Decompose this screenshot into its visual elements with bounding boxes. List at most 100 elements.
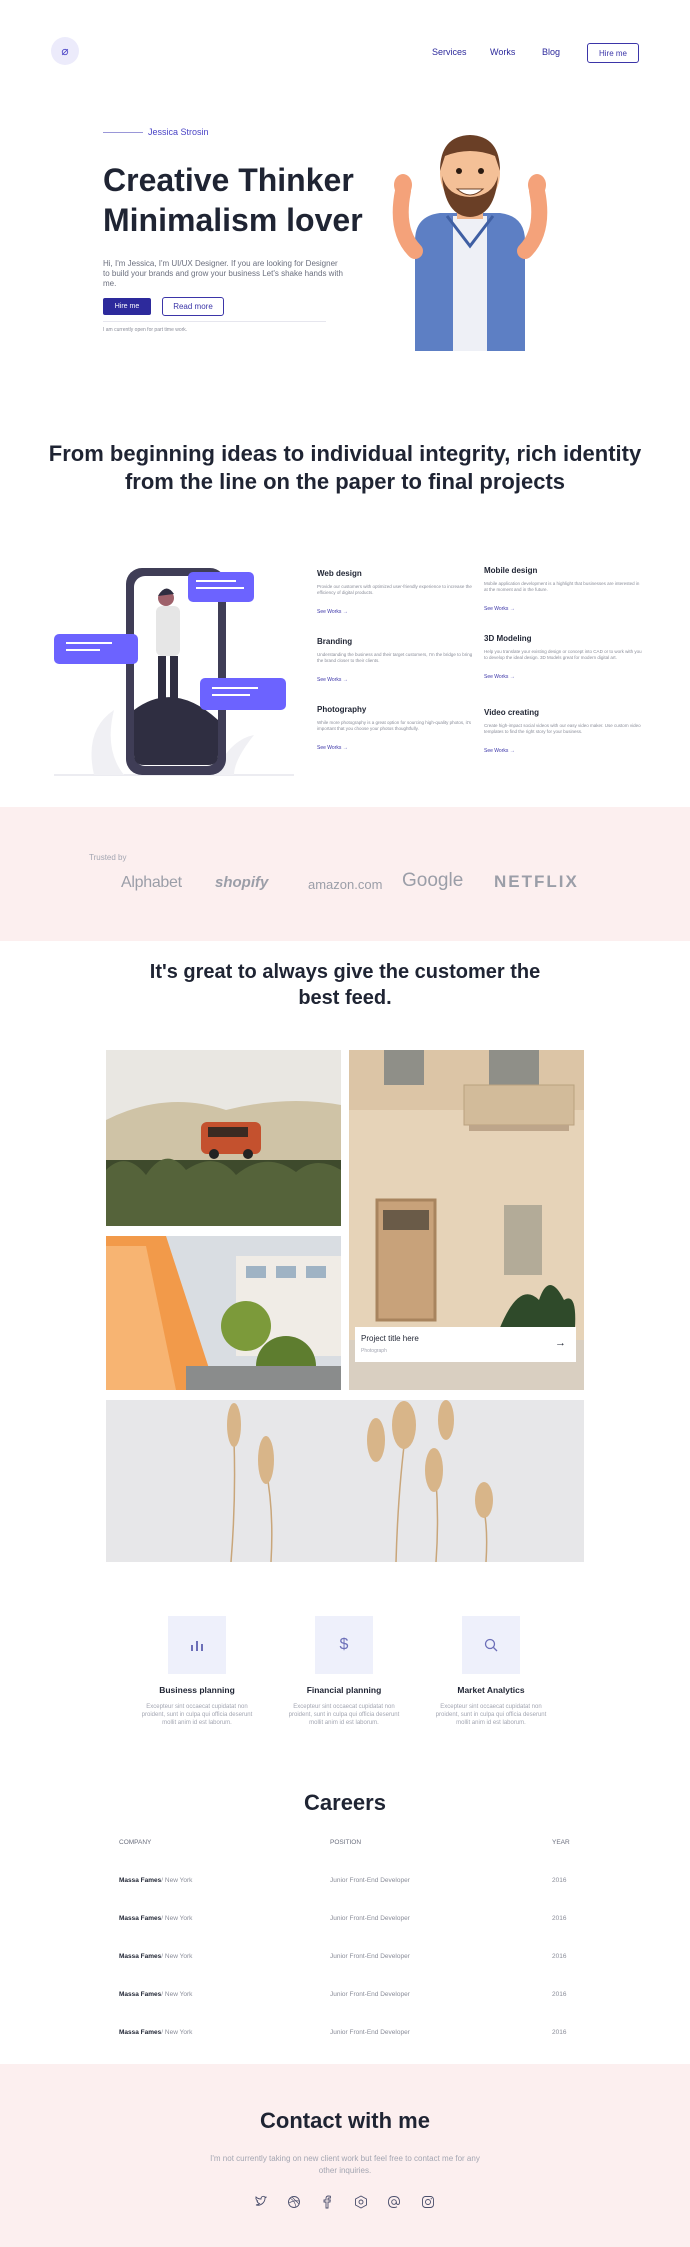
behance-icon[interactable] xyxy=(354,2195,368,2209)
hero-divider xyxy=(103,321,326,322)
trusted-by-section xyxy=(0,807,690,941)
company-cell: Massa Fames/ New York xyxy=(119,1877,192,1884)
search-icon xyxy=(462,1616,520,1674)
hire-me-nav-button[interactable]: Hire me xyxy=(587,43,639,63)
arrow-right-icon[interactable]: → xyxy=(555,1337,566,1349)
service-title: Mobile design xyxy=(484,566,538,575)
dribbble-icon[interactable] xyxy=(287,2195,301,2209)
project-title: Project title here xyxy=(361,1334,419,1343)
hero-title-line2: Minimalism lover xyxy=(103,202,363,238)
company-city: / New York xyxy=(161,1953,193,1960)
service-desc: While more photography is a great option… xyxy=(317,720,471,731)
brand-shopify: shopify xyxy=(215,874,269,891)
see-works-link[interactable]: See Works → xyxy=(484,674,515,680)
table-row: Massa Fames/ New York Junior Front-End D… xyxy=(119,1953,571,1963)
service-desc: Provide our customers with optimized use… xyxy=(317,584,472,595)
year-cell: 2016 xyxy=(552,2029,567,2036)
feed-title: It's great to always give the customer t… xyxy=(149,961,541,1009)
company-name: Massa Fames xyxy=(119,1953,162,1960)
contact-description: I'm not currently taking on new client w… xyxy=(210,2154,480,2175)
feature-desc: Excepteur sint occaecat cupidatat non pr… xyxy=(435,1704,547,1726)
mobile-chat-illustration xyxy=(54,568,294,776)
eyebrow-line xyxy=(103,132,143,133)
nav-works[interactable]: Works xyxy=(490,47,515,57)
col-header-year: YEAR xyxy=(552,1839,570,1846)
brand-netflix: NETFLIX xyxy=(494,872,579,891)
table-row: Massa Fames/ New York Junior Front-End D… xyxy=(119,1991,571,2001)
brand-google: Google xyxy=(402,870,464,891)
photo-pampas-grass[interactable] xyxy=(106,1400,584,1562)
photo-city-balconies[interactable] xyxy=(106,1236,341,1390)
company-cell: Massa Fames/ New York xyxy=(119,1991,192,1998)
email-icon[interactable] xyxy=(387,2195,401,2209)
service-title: Photography xyxy=(317,705,367,714)
hero-title: Creative Thinker Minimalism lover xyxy=(103,160,403,240)
feature-business-planning: Business planning Excepteur sint occaeca… xyxy=(137,1616,257,1727)
service-title: Branding xyxy=(317,637,353,646)
feature-title: Market Analytics xyxy=(457,1685,525,1695)
portfolio-page: ⌀ Services Works Blog Hire me Jessica St… xyxy=(0,0,690,2247)
company-name: Massa Fames xyxy=(119,2029,162,2036)
service-3d-modeling: 3D Modeling Help you translate your exis… xyxy=(484,634,644,683)
project-card[interactable]: Project title here Photograph → xyxy=(355,1327,576,1362)
position-cell: Junior Front-End Developer xyxy=(330,2029,410,2036)
services-tagline: From beginning ideas to individual integ… xyxy=(48,441,642,494)
service-photography: Photography While more photography is a … xyxy=(317,705,477,754)
company-cell: Massa Fames/ New York xyxy=(119,1915,192,1922)
trusted-by-label: Trusted by xyxy=(89,853,127,862)
see-works-link[interactable]: See Works → xyxy=(484,748,515,754)
company-city: / New York xyxy=(161,2029,193,2036)
company-cell: Massa Fames/ New York xyxy=(119,2029,192,2036)
contact-title: Contact with me xyxy=(260,2108,430,2133)
company-cell: Massa Fames/ New York xyxy=(119,1953,192,1960)
logo-icon[interactable]: ⌀ xyxy=(51,37,79,65)
position-cell: Junior Front-End Developer xyxy=(330,1877,410,1884)
feature-title: Business planning xyxy=(159,1685,235,1695)
service-title: Video creating xyxy=(484,708,539,717)
service-desc: Create high-impact social videos with ou… xyxy=(484,723,641,734)
brand-alphabet: Alphabet xyxy=(121,874,182,891)
facebook-icon[interactable] xyxy=(320,2195,334,2209)
table-row: Massa Fames/ New York Junior Front-End D… xyxy=(119,2029,571,2039)
hero-eyebrow: Jessica Strosin xyxy=(148,127,209,137)
availability-note: I am currently open for part time work. xyxy=(103,327,188,333)
careers-title: Careers xyxy=(304,1790,386,1815)
see-works-link[interactable]: See Works → xyxy=(317,609,348,615)
year-cell: 2016 xyxy=(552,1953,567,1960)
twitter-icon[interactable] xyxy=(254,2195,268,2209)
table-row: Massa Fames/ New York Junior Front-End D… xyxy=(119,1877,571,1887)
feature-desc: Excepteur sint occaecat cupidatat non pr… xyxy=(288,1704,400,1726)
read-more-button[interactable]: Read more xyxy=(162,297,224,316)
service-video-creating: Video creating Create high-impact social… xyxy=(484,708,644,757)
year-cell: 2016 xyxy=(552,1915,567,1922)
instagram-icon[interactable] xyxy=(421,2195,435,2209)
company-city: / New York xyxy=(161,1991,193,1998)
service-desc: Understanding the business and their tar… xyxy=(317,652,473,663)
see-works-link[interactable]: See Works → xyxy=(317,745,348,751)
year-cell: 2016 xyxy=(552,1991,567,1998)
see-works-link[interactable]: See Works → xyxy=(317,677,348,683)
project-category: Photograph xyxy=(361,1348,387,1354)
feature-market-analytics: Market Analytics Excepteur sint occaecat… xyxy=(431,1616,551,1727)
company-name: Massa Fames xyxy=(119,1915,162,1922)
position-cell: Junior Front-End Developer xyxy=(330,1915,410,1922)
photo-van-dunes[interactable] xyxy=(106,1050,341,1226)
brand-amazon: amazon.com xyxy=(308,877,383,892)
dollar-icon: $ xyxy=(315,1616,373,1674)
position-cell: Junior Front-End Developer xyxy=(330,1991,410,1998)
col-header-position: POSITION xyxy=(330,1839,362,1846)
hire-me-button[interactable]: Hire me xyxy=(103,298,151,315)
service-desc: Mobile application development is a high… xyxy=(484,581,640,592)
service-desc: Help you translate your existing design … xyxy=(484,649,642,660)
company-city: / New York xyxy=(161,1877,193,1884)
feature-desc: Excepteur sint occaecat cupidatat non pr… xyxy=(141,1704,253,1726)
nav-blog[interactable]: Blog xyxy=(542,47,560,57)
feature-title: Financial planning xyxy=(306,1685,382,1695)
service-title: 3D Modeling xyxy=(484,634,532,643)
year-cell: 2016 xyxy=(552,1877,567,1884)
service-mobile-design: Mobile design Mobile application develop… xyxy=(484,566,644,615)
nav-services[interactable]: Services xyxy=(432,47,467,57)
company-name: Massa Fames xyxy=(119,1991,162,1998)
see-works-link[interactable]: See Works → xyxy=(484,606,515,612)
hero-avatar-illustration xyxy=(392,135,548,351)
